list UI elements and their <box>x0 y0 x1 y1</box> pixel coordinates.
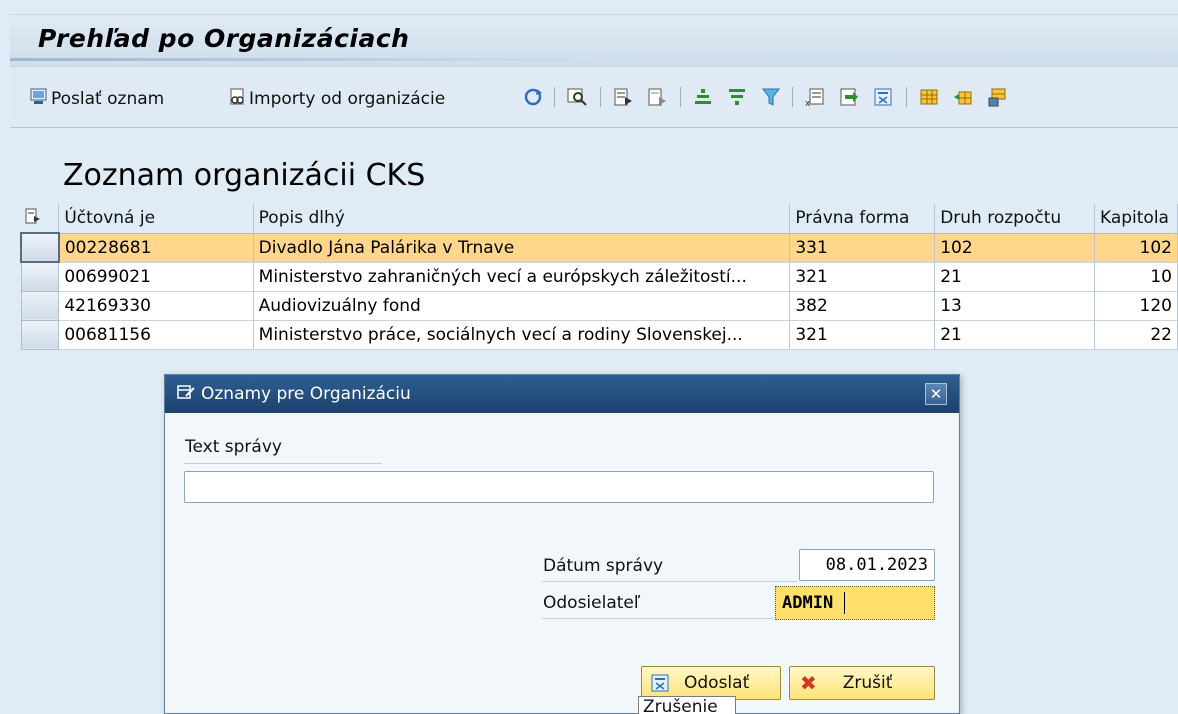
message-input[interactable] <box>184 471 934 503</box>
column-header-kapitola[interactable]: Kapitola <box>1094 204 1178 234</box>
cell-pravna[interactable]: 321 <box>789 262 936 292</box>
toolbar-separator <box>792 87 793 107</box>
table-row[interactable]: 00699021 Ministerstvo zahraničných vecí … <box>20 261 1178 292</box>
export-icon[interactable] <box>838 86 860 108</box>
select-all-rows-header[interactable] <box>21 204 60 234</box>
cell-druh[interactable]: 102 <box>934 233 1095 263</box>
cancel-tooltip: Zrušenie <box>638 696 736 714</box>
cell-druh[interactable]: 21 <box>934 320 1095 350</box>
date-label-underline <box>542 581 798 582</box>
cell-pravna[interactable]: 321 <box>789 320 936 350</box>
table-header-row: Účtovná je Popis dlhý Právna forma Druh … <box>21 204 1178 234</box>
cell-druh[interactable]: 21 <box>934 262 1095 292</box>
cancel-button[interactable]: ✖ Zrušiť <box>789 666 935 700</box>
cell-popis[interactable]: Ministerstvo práce, sociálnych vecí a ro… <box>253 320 791 350</box>
notices-dialog: Oznamy pre Organizáciu ✕ Text správy Dát… <box>164 374 960 714</box>
select-all-icon[interactable] <box>612 86 634 108</box>
column-header-popis[interactable]: Popis dlhý <box>253 204 791 234</box>
binoculars-document-icon <box>228 88 246 111</box>
sender-value: ADMIN <box>782 593 834 613</box>
message-label-underline <box>184 463 382 464</box>
monitor-icon <box>30 88 48 111</box>
edit-window-icon <box>177 383 195 406</box>
title-underline <box>10 58 610 61</box>
change-layout-icon[interactable] <box>952 86 974 108</box>
cancel-button-label: Zrušiť <box>842 673 893 693</box>
send-notice-label: Poslať oznam <box>51 89 165 109</box>
row-selector[interactable] <box>20 319 60 350</box>
print-preview-icon[interactable] <box>872 86 894 108</box>
table-row[interactable]: 00681156 Ministerstvo práce, sociálnych … <box>20 319 1178 350</box>
table-row[interactable]: 00228681 Divadlo Jána Palárika v Trnave … <box>20 232 1178 263</box>
toolbar-separator <box>906 87 907 107</box>
toolbar-separator <box>600 87 601 107</box>
column-header-ucto[interactable]: Účtovná je <box>58 204 254 234</box>
sender-field[interactable]: ADMIN <box>775 586 935 620</box>
row-selector[interactable] <box>20 290 60 321</box>
cell-popis[interactable]: Divadlo Jána Palárika v Trnave <box>253 233 791 263</box>
cancel-x-icon: ✖ <box>800 671 817 695</box>
cell-pravna[interactable]: 382 <box>789 291 936 321</box>
application-toolbar: Poslať oznam Importy od organizácie x <box>10 66 1178 128</box>
sum-icon[interactable]: x <box>804 86 826 108</box>
imports-button[interactable]: Importy od organizácie <box>228 85 445 113</box>
cell-kapitola[interactable]: 102 <box>1094 233 1178 263</box>
sort-descending-icon[interactable] <box>726 86 748 108</box>
date-field[interactable]: 08.01.2023 <box>799 549 935 581</box>
send-button[interactable]: Odoslať <box>641 666 781 700</box>
message-label: Text správy <box>185 437 282 457</box>
list-title: Zoznam organizácii CKS <box>63 158 426 193</box>
organizations-table: Účtovná je Popis dlhý Právna forma Druh … <box>20 204 1178 350</box>
dialog-title-bar[interactable]: Oznamy pre Organizáciu ✕ <box>165 375 959 413</box>
cell-ucto[interactable]: 00228681 <box>58 233 254 263</box>
sort-ascending-icon[interactable] <box>692 86 714 108</box>
deselect-all-icon[interactable] <box>646 86 668 108</box>
table-row[interactable]: 42169330 Audiovizuálny fond 382 13 120 <box>20 290 1178 321</box>
date-label: Dátum správy <box>543 556 664 576</box>
cell-ucto[interactable]: 42169330 <box>58 291 254 321</box>
send-icon <box>650 673 670 693</box>
date-value: 08.01.2023 <box>825 555 928 575</box>
cell-druh[interactable]: 13 <box>934 291 1095 321</box>
save-layout-icon[interactable] <box>986 86 1008 108</box>
toolbar-separator <box>680 87 681 107</box>
cell-kapitola[interactable]: 120 <box>1094 291 1178 321</box>
cell-pravna[interactable]: 331 <box>789 233 936 263</box>
close-icon[interactable]: ✕ <box>925 383 947 405</box>
sender-label: Odosielateľ <box>543 593 641 613</box>
layout-icon[interactable] <box>918 86 940 108</box>
column-header-druh[interactable]: Druh rozpočtu <box>934 204 1095 234</box>
row-selector[interactable] <box>20 232 60 263</box>
page-title: Prehľad po Organizáciach <box>38 24 410 53</box>
cell-popis[interactable]: Audiovizuálny fond <box>253 291 791 321</box>
find-icon[interactable] <box>566 86 588 108</box>
send-notice-button[interactable]: Poslať oznam <box>30 85 164 113</box>
svg-text:x: x <box>805 99 811 107</box>
cell-kapitola[interactable]: 22 <box>1094 320 1178 350</box>
send-button-label: Odoslať <box>684 673 750 693</box>
sender-label-underline <box>542 618 774 619</box>
column-header-pravna[interactable]: Právna forma <box>789 204 936 234</box>
filter-icon[interactable] <box>760 86 782 108</box>
cell-kapitola[interactable]: 10 <box>1094 262 1178 292</box>
cell-ucto[interactable]: 00681156 <box>58 320 254 350</box>
refresh-icon[interactable] <box>522 86 544 108</box>
dialog-title: Oznamy pre Organizáciu <box>201 384 411 404</box>
cell-popis[interactable]: Ministerstvo zahraničných vecí a európsk… <box>253 262 791 292</box>
imports-label: Importy od organizácie <box>249 89 446 109</box>
row-selector[interactable] <box>20 261 60 292</box>
cell-ucto[interactable]: 00699021 <box>58 262 254 292</box>
toolbar-separator <box>554 87 555 107</box>
row-select-icon <box>25 208 40 223</box>
